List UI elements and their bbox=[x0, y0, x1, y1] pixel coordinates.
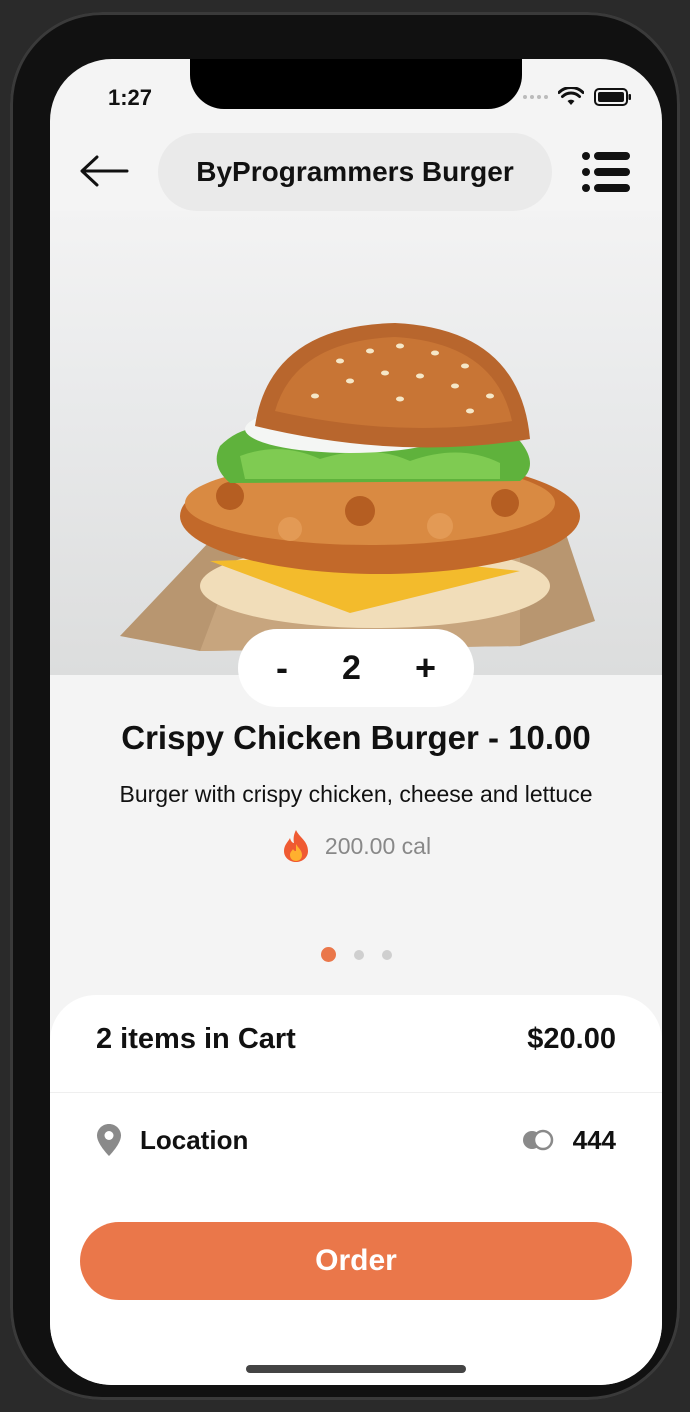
map-pin-icon bbox=[97, 1124, 121, 1156]
arrow-left-icon bbox=[80, 155, 129, 187]
fire-icon bbox=[283, 830, 308, 862]
status-time: 1:27 bbox=[108, 85, 153, 110]
wifi-icon bbox=[558, 87, 584, 105]
carousel-dot[interactable] bbox=[353, 949, 364, 960]
cart-summary-row: 2 items in Cart $20.00 bbox=[96, 1023, 616, 1056]
device-notch bbox=[190, 59, 522, 109]
decrease-quantity-button[interactable]: - bbox=[276, 647, 288, 689]
carousel-indicator bbox=[50, 947, 662, 962]
cart-item-count: 2 items in Cart bbox=[96, 1023, 296, 1055]
header-bar: ByProgrammers Burger bbox=[50, 131, 662, 211]
burger-illustration bbox=[120, 323, 595, 651]
phone-frame: 1:27 ByProgrammers Burger - 2 + Crispy C… bbox=[10, 12, 680, 1400]
carousel-dot[interactable] bbox=[381, 949, 392, 960]
product-description: Burger with crispy chicken, cheese and l… bbox=[119, 781, 593, 807]
quantity-stepper: - 2 + bbox=[238, 629, 474, 707]
back-button[interactable] bbox=[78, 151, 130, 191]
status-icons bbox=[523, 87, 632, 107]
product-image bbox=[50, 211, 662, 675]
list-icon bbox=[582, 152, 630, 192]
payment-card-selector[interactable]: 444 bbox=[521, 1125, 616, 1156]
location-row: Location 444 bbox=[96, 1123, 616, 1157]
cart-sheet: 2 items in Cart $20.00 Location 444 Orde… bbox=[50, 995, 662, 1385]
card-last-digits: 444 bbox=[572, 1124, 616, 1155]
calories-value: 200.00 cal bbox=[324, 832, 432, 859]
location-selector[interactable]: Location bbox=[96, 1123, 248, 1157]
location-label: Location bbox=[140, 1124, 249, 1155]
card-toggle-icon bbox=[522, 1129, 553, 1151]
app-screen: 1:27 ByProgrammers Burger - 2 + Crispy C… bbox=[50, 59, 662, 1385]
increase-quantity-button[interactable]: + bbox=[415, 647, 436, 689]
carousel-dot[interactable] bbox=[320, 947, 336, 962]
menu-button[interactable] bbox=[582, 151, 632, 193]
quantity-value: 2 bbox=[342, 648, 361, 687]
calories-info: 200.00 cal bbox=[50, 829, 662, 863]
cart-total: $20.00 bbox=[527, 1023, 616, 1055]
home-indicator bbox=[246, 1365, 466, 1373]
product-name: Crispy Chicken Burger - 10.00 bbox=[121, 719, 591, 756]
cellular-signal-icon bbox=[523, 95, 548, 99]
restaurant-title: ByProgrammers Burger bbox=[158, 133, 552, 211]
order-button[interactable]: Order bbox=[80, 1222, 632, 1300]
battery-icon bbox=[594, 88, 631, 106]
divider bbox=[50, 1092, 662, 1093]
